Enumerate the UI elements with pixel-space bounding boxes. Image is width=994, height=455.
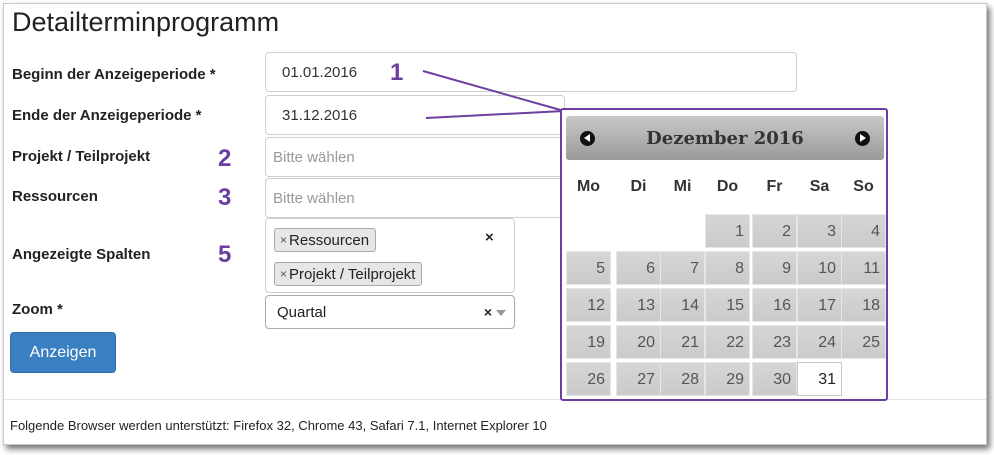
- calendar-day[interactable]: 7: [660, 251, 705, 285]
- calendar-day-selected[interactable]: 31: [797, 362, 842, 396]
- calendar-day[interactable]: 28: [660, 362, 705, 396]
- calendar-day[interactable]: 29: [705, 362, 750, 396]
- weekday-header: Mi: [673, 178, 692, 195]
- weekday-header: Sa: [809, 178, 830, 195]
- calendar-day[interactable]: 17: [797, 288, 842, 322]
- calendar-day[interactable]: 27: [616, 362, 661, 396]
- weekday-header: Mo: [576, 178, 601, 195]
- weekday-header: Fr: [766, 178, 783, 195]
- calendar-day[interactable]: 15: [705, 288, 750, 322]
- calendar-day[interactable]: 14: [660, 288, 705, 322]
- calendar-day[interactable]: 18: [841, 288, 886, 322]
- calendar-day[interactable]: 21: [660, 325, 705, 359]
- app-window: Detailterminprogramm Beginn der Anzeigep…: [3, 3, 987, 445]
- calendar-day[interactable]: 12: [566, 288, 611, 322]
- calendar-day[interactable]: 13: [616, 288, 661, 322]
- calendar-day[interactable]: 9: [752, 251, 797, 285]
- calendar-day[interactable]: 24: [797, 325, 842, 359]
- weekday-header: Di: [630, 178, 647, 195]
- calendar-day[interactable]: 10: [797, 251, 842, 285]
- weekday-header: So: [853, 178, 874, 195]
- calendar-day[interactable]: 20: [616, 325, 661, 359]
- calendar-day[interactable]: 4: [841, 214, 886, 248]
- calendar-day[interactable]: 30: [752, 362, 797, 396]
- next-month-icon[interactable]: [855, 131, 870, 146]
- datepicker-month-title: Dezember 2016: [646, 127, 804, 149]
- calendar-day[interactable]: 1: [705, 214, 750, 248]
- calendar-day[interactable]: 6: [616, 251, 661, 285]
- calendar-day[interactable]: 3: [797, 214, 842, 248]
- callout-line-2: [425, 110, 565, 119]
- datepicker-header: Dezember 2016: [566, 116, 884, 160]
- calendar-day[interactable]: 22: [705, 325, 750, 359]
- weekday-header: Do: [716, 178, 739, 195]
- calendar-day[interactable]: 11: [841, 251, 886, 285]
- calendar-day[interactable]: 23: [752, 325, 797, 359]
- calendar-day[interactable]: 5: [566, 251, 611, 285]
- calendar-day[interactable]: 16: [752, 288, 797, 322]
- prev-month-icon[interactable]: [580, 131, 595, 146]
- datepicker-popup: Dezember 2016 Mo Di Mi Do Fr Sa So 1 2 3 4 5 6 7 8 9 10 1…: [560, 108, 888, 401]
- calendar-day[interactable]: 26: [566, 362, 611, 396]
- calendar-day[interactable]: 8: [705, 251, 750, 285]
- calendar-day[interactable]: 25: [841, 325, 886, 359]
- calendar-day[interactable]: 2: [752, 214, 797, 248]
- calendar-day[interactable]: 19: [566, 325, 611, 359]
- callout-line-1: [422, 70, 565, 112]
